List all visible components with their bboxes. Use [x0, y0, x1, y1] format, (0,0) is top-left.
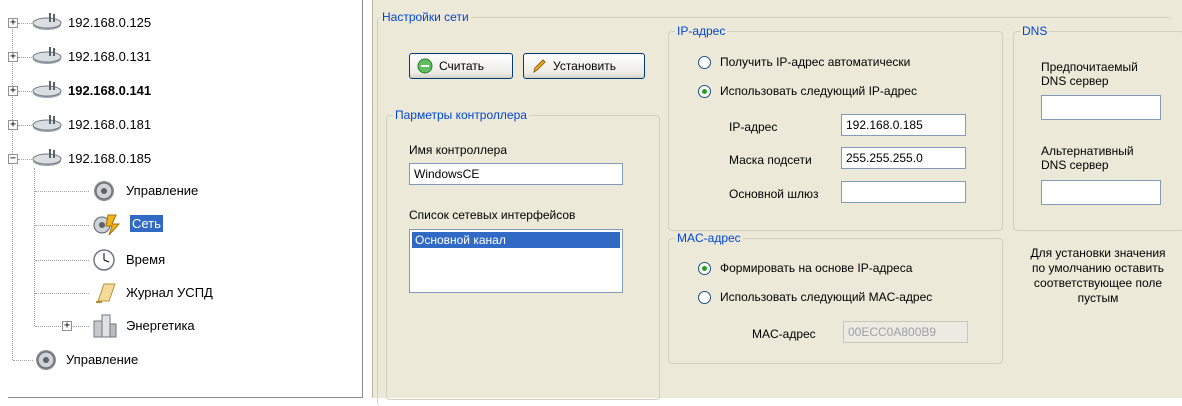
hint-line: пустым — [1077, 291, 1119, 305]
buildings-icon — [93, 314, 117, 338]
ip-group-title: IP-адрес — [677, 24, 726, 38]
mac-group-title: MAC-адрес — [677, 231, 741, 245]
tree-line — [12, 20, 13, 360]
ip-address-label: IP-адрес — [729, 120, 778, 134]
mac-address-label: MAC-адрес — [752, 327, 816, 341]
subnet-mask-label: Маска подсети — [729, 153, 812, 167]
gateway-label: Основной шлюз — [729, 187, 819, 201]
preferred-dns-field[interactable] — [1041, 95, 1161, 120]
alternate-dns-label: Альтернативный — [1041, 144, 1134, 158]
preferred-dns-label-2: DNS сервер — [1041, 74, 1109, 88]
alternate-dns-label-2: DNS сервер — [1041, 158, 1109, 172]
router-icon — [32, 47, 62, 64]
expand-plus-icon[interactable]: + — [8, 52, 18, 62]
expand-plus-icon[interactable]: + — [8, 18, 18, 28]
controller-name-label: Имя контроллера — [409, 143, 507, 157]
network-settings-panel: Настройки сети Считать Установить Пармет… — [372, 0, 1182, 406]
read-icon — [417, 58, 433, 74]
tree-node-label: 192.168.0.181 — [68, 117, 152, 132]
tree-node-label: Управление — [66, 352, 139, 367]
ip-manual-radio[interactable] — [698, 85, 711, 98]
mac-manual-radio[interactable] — [698, 291, 711, 304]
ip-auto-radio[interactable] — [698, 56, 711, 69]
controller-name-field[interactable]: WindowsCE — [409, 163, 623, 185]
network-gear-icon — [93, 214, 121, 236]
router-icon — [32, 13, 62, 30]
pencil-icon — [533, 59, 546, 74]
dns-group-title: DNS — [1022, 24, 1048, 38]
router-icon — [32, 81, 62, 98]
hint-line: Для установки значения — [1030, 246, 1166, 260]
mac-from-ip-label[interactable]: Формировать на основе IP-адреса — [720, 261, 912, 275]
read-button-label: Считать — [439, 59, 485, 73]
tree-node-label: Энергетика — [126, 318, 195, 333]
gear-icon — [36, 350, 56, 370]
dns-default-hint: Для установки значения по умолчанию оста… — [1010, 246, 1182, 306]
tree-node-label: 192.168.0.131 — [68, 49, 152, 64]
tree-node-label: Сеть — [130, 215, 163, 232]
collapse-minus-icon[interactable]: − — [8, 154, 18, 164]
alternate-dns-field[interactable] — [1041, 180, 1161, 205]
tree-node-label: 192.168.0.185 — [68, 151, 152, 166]
router-icon — [32, 115, 62, 132]
network-settings-title: Настройки сети — [382, 10, 469, 24]
expand-plus-icon[interactable]: + — [8, 120, 18, 130]
mac-from-ip-radio[interactable] — [698, 262, 711, 275]
controller-params-title: Парметры контроллера — [395, 108, 527, 122]
ip-manual-label[interactable]: Использовать следующий IP-адрес — [720, 84, 917, 98]
tree-node-label: 192.168.0.125 — [68, 15, 152, 30]
ip-auto-label[interactable]: Получить IP-адрес автоматически — [720, 55, 910, 69]
list-item[interactable]: Основной канал — [412, 232, 620, 248]
preferred-dns-label: Предпочитаемый — [1041, 60, 1138, 74]
tree-node-label: Время — [126, 252, 166, 267]
interfaces-label: Список сетевых интерфейсов — [409, 208, 576, 222]
router-icon — [32, 149, 62, 166]
ip-address-field[interactable]: 192.168.0.185 — [841, 114, 966, 136]
mac-manual-label[interactable]: Использовать следующий MAC-адрес — [720, 290, 932, 304]
tree-node-label: 192.168.0.141 — [68, 83, 152, 98]
expand-plus-icon[interactable]: + — [62, 321, 72, 331]
gear-icon — [94, 181, 114, 201]
read-button[interactable]: Считать — [409, 53, 513, 79]
set-button-label: Установить — [553, 59, 616, 73]
clock-icon — [93, 249, 115, 271]
subnet-mask-field[interactable]: 255.255.255.0 — [841, 147, 966, 169]
mac-address-field[interactable]: 00ECC0A800B9 — [843, 321, 968, 343]
device-tree[interactable]: + 192.168.0.125 + 192.168.0.131 + 192.16… — [8, 0, 363, 398]
interfaces-list[interactable]: Основной канал — [409, 229, 623, 293]
set-button[interactable]: Установить — [523, 53, 645, 79]
expand-plus-icon[interactable]: + — [8, 86, 18, 96]
tree-node-label: Управление — [126, 183, 199, 198]
gateway-field[interactable] — [841, 181, 966, 203]
hint-line: по умолчанию оставить — [1032, 261, 1164, 275]
scroll-icon — [96, 283, 116, 303]
tree-node-label: Журнал УСПД — [126, 285, 213, 300]
hint-line: соответствующее поле — [1033, 276, 1163, 290]
